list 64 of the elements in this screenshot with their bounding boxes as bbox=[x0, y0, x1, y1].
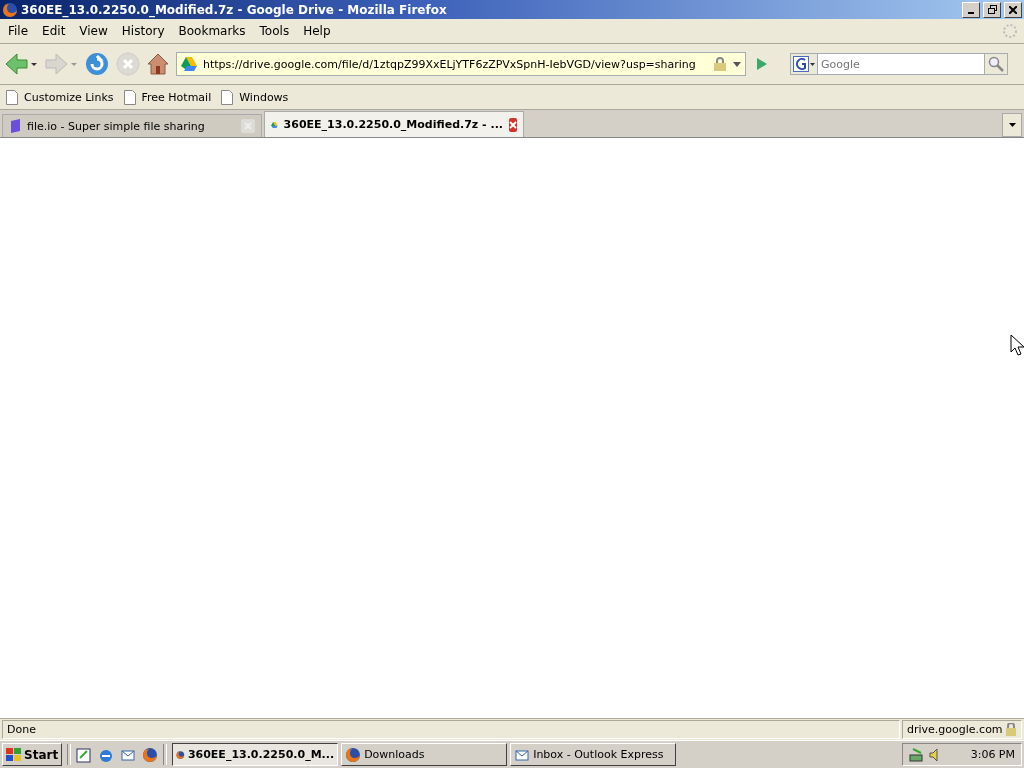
tab-title: file.io - Super simple file sharing bbox=[27, 119, 206, 133]
google-g-icon bbox=[793, 56, 815, 72]
stop-icon bbox=[116, 52, 140, 76]
menu-item[interactable]: View bbox=[73, 22, 114, 40]
throbber-icon bbox=[1002, 23, 1018, 39]
clock: 3:06 PM bbox=[970, 748, 1015, 761]
page-icon bbox=[123, 89, 136, 105]
address-bar[interactable]: https://drive.google.com/file/d/1ztqpZ99XxELjYTF6zZPVxSpnH-IebVGD/view?usp=sharing bbox=[176, 52, 746, 76]
taskbar-button[interactable]: Downloads bbox=[341, 743, 508, 766]
tab-list-button[interactable] bbox=[1002, 113, 1022, 137]
drive-icon bbox=[181, 57, 197, 71]
close-icon bbox=[244, 122, 252, 130]
close-icon bbox=[1009, 5, 1017, 14]
taskbar-button[interactable]: Inbox - Outlook Express bbox=[510, 743, 677, 766]
url-text: https://drive.google.com/file/d/1ztqpZ99XxELjYTF6zZPVxSpnH-IebVGD/view?usp=sharing bbox=[203, 57, 697, 71]
menu-item[interactable]: Edit bbox=[36, 22, 72, 40]
search-button[interactable] bbox=[984, 53, 1008, 75]
reload-icon bbox=[84, 51, 110, 77]
search-icon bbox=[988, 56, 1004, 72]
bookmark-link[interactable]: Windows bbox=[239, 90, 289, 104]
start-button[interactable]: Start bbox=[2, 743, 63, 766]
network-icon bbox=[909, 746, 925, 763]
windows-logo-icon bbox=[6, 747, 22, 762]
search-field[interactable]: Google bbox=[818, 53, 984, 75]
firefox-icon bbox=[142, 746, 159, 763]
page-icon bbox=[6, 89, 18, 105]
notepad-icon[interactable] bbox=[76, 746, 93, 763]
play-icon bbox=[756, 57, 768, 71]
tab-title: 360EE_13.0.2250.0_Modified.7z - ... bbox=[283, 118, 503, 131]
restore-icon bbox=[987, 5, 997, 14]
taskbar-button[interactable]: 360EE_13.0.2250.0_M... bbox=[172, 743, 339, 766]
tab-close-button[interactable] bbox=[509, 117, 517, 132]
restore-button[interactable] bbox=[983, 1, 1001, 18]
page-icon bbox=[221, 89, 234, 105]
status-text: Done bbox=[2, 720, 900, 739]
padlock-icon bbox=[1005, 723, 1017, 736]
home-icon bbox=[146, 52, 170, 76]
search-engine-button[interactable] bbox=[790, 53, 818, 75]
menu-item[interactable]: File bbox=[2, 22, 35, 40]
back-arrow-icon bbox=[4, 52, 38, 76]
close-icon bbox=[509, 120, 517, 129]
file-io-icon bbox=[9, 119, 21, 133]
minimize-icon bbox=[968, 11, 974, 14]
browser-tab[interactable]: 360EE_13.0.2250.0_Modified.7z - ... bbox=[264, 111, 524, 137]
close-button[interactable] bbox=[1004, 1, 1022, 18]
reload-button[interactable] bbox=[84, 51, 110, 77]
forward-arrow-icon bbox=[44, 52, 78, 76]
menu-item[interactable]: Help bbox=[297, 22, 337, 40]
firefox-icon bbox=[2, 1, 18, 18]
bookmark-link[interactable]: Customize Links bbox=[24, 90, 114, 104]
menu-item[interactable]: Bookmarks bbox=[172, 22, 252, 40]
back-button[interactable] bbox=[4, 52, 38, 76]
menu-item[interactable]: History bbox=[115, 22, 171, 40]
bookmark-link[interactable]: Free Hotmail bbox=[141, 90, 212, 104]
menu-item[interactable]: Tools bbox=[253, 22, 296, 40]
firefox-icon bbox=[345, 746, 362, 763]
home-button[interactable] bbox=[146, 52, 170, 76]
padlock-icon bbox=[713, 57, 727, 71]
dropdown-arrow-icon bbox=[1008, 123, 1016, 127]
browser-tab[interactable]: file.io - Super simple file sharing bbox=[2, 114, 262, 137]
status-domain: drive.google.com bbox=[907, 723, 1003, 736]
window-title: 360EE_13.0.2250.0_Modified.7z - Google Drive - Mozilla Firefox bbox=[21, 2, 448, 17]
dropdown-arrow-icon bbox=[733, 61, 741, 67]
minimize-button[interactable] bbox=[962, 1, 980, 18]
